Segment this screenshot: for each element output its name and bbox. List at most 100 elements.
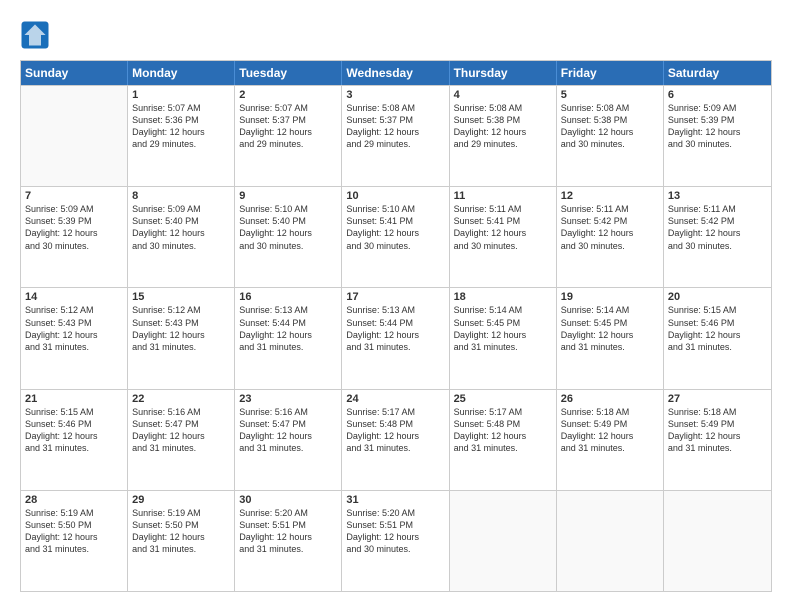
calendar-week-3: 14 Sunrise: 5:12 AMSunset: 5:43 PM Dayligh… bbox=[21, 287, 771, 388]
calendar-day-31: 31Sunrise: 5:20 AMSunset: 5:51 PMDayligh… bbox=[342, 491, 449, 591]
cell-line-2: Daylight: 12 hours bbox=[668, 126, 767, 138]
cell-line-1: Sunset: 5:40 PM bbox=[239, 215, 337, 227]
cell-line-0: Sunrise: 5:12 AM bbox=[132, 304, 230, 316]
calendar-day-15: 15Sunrise: 5:12 AMSunset: 5:43 PMDayligh… bbox=[128, 288, 235, 388]
calendar-day-3: 3Sunrise: 5:08 AMSunset: 5:37 PMDaylight… bbox=[342, 86, 449, 186]
calendar-day-4: 4Sunrise: 5:08 AMSunset: 5:38 PMDaylight… bbox=[450, 86, 557, 186]
cell-line-0: Sunrise: 5:08 AM bbox=[561, 102, 659, 114]
cell-line-2: Daylight: 12 hours bbox=[454, 227, 552, 239]
day-number: 24 bbox=[346, 393, 444, 405]
calendar-day-27: 27Sunrise: 5:18 AMSunset: 5:49 PMDayligh… bbox=[664, 390, 771, 490]
cell-line-0: Sunrise: 5:14 AM bbox=[454, 304, 552, 316]
calendar-week-4: 21Sunrise: 5:15 AMSunset: 5:46 PMDayligh… bbox=[21, 389, 771, 490]
day-number: 2 bbox=[239, 89, 337, 101]
cell-line-0: Sunrise: 5:11 AM bbox=[454, 203, 552, 215]
cell-line-2: Daylight: 12 hours bbox=[239, 430, 337, 442]
header-day-wednesday: Wednesday bbox=[342, 61, 449, 85]
day-number: 31 bbox=[346, 494, 444, 506]
calendar-day-6: 6Sunrise: 5:09 AMSunset: 5:39 PMDaylight… bbox=[664, 86, 771, 186]
cell-line-1: Sunset: 5:40 PM bbox=[132, 215, 230, 227]
cell-line-3: and 31 minutes. bbox=[668, 341, 767, 353]
calendar-week-2: 7 Sunrise: 5:09 AM Sunset: 5:39 PM Daylight… bbox=[21, 186, 771, 287]
cell-line-0: Sunrise: 5:19 AM bbox=[25, 507, 123, 519]
header-day-tuesday: Tuesday bbox=[235, 61, 342, 85]
calendar-day-7: 7Sunrise: 5:09 AMSunset: 5:39 PMDaylight… bbox=[21, 187, 128, 287]
calendar-day-10: 10Sunrise: 5:10 AMSunset: 5:41 PMDayligh… bbox=[342, 187, 449, 287]
cell-line-0: Sunrise: 5:17 AM bbox=[454, 406, 552, 418]
calendar-day-23: 23Sunrise: 5:16 AMSunset: 5:47 PMDayligh… bbox=[235, 390, 342, 490]
cell-line-0: Sunrise: 5:17 AM bbox=[346, 406, 444, 418]
cell-line-3: and 30 minutes. bbox=[132, 240, 230, 252]
cell-line-1: Sunset: 5:48 PM bbox=[346, 418, 444, 430]
cell-line-1: Sunset: 5:42 PM bbox=[561, 215, 659, 227]
day-number: 6 bbox=[668, 89, 767, 101]
cell-line-1: Sunset: 5:47 PM bbox=[132, 418, 230, 430]
cell-line-1: Sunset: 5:45 PM bbox=[561, 317, 659, 329]
cell-line-2: Daylight: 12 hours bbox=[346, 227, 444, 239]
cell-line-2: Daylight: 12 hours bbox=[346, 531, 444, 543]
calendar-day-30: 30Sunrise: 5:20 AMSunset: 5:51 PMDayligh… bbox=[235, 491, 342, 591]
calendar-day-18: 18Sunrise: 5:14 AMSunset: 5:45 PMDayligh… bbox=[450, 288, 557, 388]
day-number: 20 bbox=[668, 291, 767, 303]
calendar-day-29: 29Sunrise: 5:19 AMSunset: 5:50 PMDayligh… bbox=[128, 491, 235, 591]
header-day-friday: Friday bbox=[557, 61, 664, 85]
calendar-day-9: 9Sunrise: 5:10 AMSunset: 5:40 PMDaylight… bbox=[235, 187, 342, 287]
cell-line-3: and 31 minutes. bbox=[239, 543, 337, 555]
cell-line-3: and 31 minutes. bbox=[561, 341, 659, 353]
calendar-day-12: 12Sunrise: 5:11 AMSunset: 5:42 PMDayligh… bbox=[557, 187, 664, 287]
cell-line-3: and 31 minutes. bbox=[346, 341, 444, 353]
header-day-monday: Monday bbox=[128, 61, 235, 85]
cell-line-2: Daylight: 12 hours bbox=[25, 531, 123, 543]
calendar-day-11: 11Sunrise: 5:11 AMSunset: 5:41 PMDayligh… bbox=[450, 187, 557, 287]
logo bbox=[20, 20, 52, 50]
cell-line-1: Sunset: 5:46 PM bbox=[668, 317, 767, 329]
cell-line-3: and 30 minutes. bbox=[346, 543, 444, 555]
calendar-day-21: 21Sunrise: 5:15 AMSunset: 5:46 PMDayligh… bbox=[21, 390, 128, 490]
cell-line-3: and 31 minutes. bbox=[132, 543, 230, 555]
day-number: 19 bbox=[561, 291, 659, 303]
cell-line-3: and 30 minutes. bbox=[561, 138, 659, 150]
calendar-day-5: 5Sunrise: 5:08 AMSunset: 5:38 PMDaylight… bbox=[557, 86, 664, 186]
calendar: SundayMondayTuesdayWednesdayThursdayFrid… bbox=[20, 60, 772, 592]
cell-line-3: and 29 minutes. bbox=[132, 138, 230, 150]
cell-line-0: Sunrise: 5:11 AM bbox=[668, 203, 767, 215]
cell-line-3: and 31 minutes. bbox=[25, 341, 123, 353]
day-number: 22 bbox=[132, 393, 230, 405]
cell-line-1: Sunset: 5:41 PM bbox=[346, 215, 444, 227]
cell-line-3: and 29 minutes. bbox=[454, 138, 552, 150]
calendar-day-19: 19Sunrise: 5:14 AMSunset: 5:45 PMDayligh… bbox=[557, 288, 664, 388]
cell-line-2: Daylight: 12 hours bbox=[239, 329, 337, 341]
calendar-week-5: 28Sunrise: 5:19 AMSunset: 5:50 PMDayligh… bbox=[21, 490, 771, 591]
day-number: 10 bbox=[346, 190, 444, 202]
cell-line-1: Sunset: 5:50 PM bbox=[25, 519, 123, 531]
cell-line-0: Sunrise: 5:15 AM bbox=[25, 406, 123, 418]
calendar-empty-cell bbox=[664, 491, 771, 591]
cell-line-1: Sunset: 5:45 PM bbox=[454, 317, 552, 329]
cell-line-2: Daylight: 12 hours bbox=[132, 430, 230, 442]
day-number: 14 bbox=[25, 291, 123, 303]
cell-line-2: Daylight: 12 hours bbox=[454, 126, 552, 138]
cell-line-1: Sunset: 5:39 PM bbox=[25, 215, 123, 227]
cell-line-1: Sunset: 5:51 PM bbox=[346, 519, 444, 531]
cell-line-3: and 30 minutes. bbox=[668, 138, 767, 150]
calendar-day-1: 1Sunrise: 5:07 AMSunset: 5:36 PMDaylight… bbox=[128, 86, 235, 186]
cell-line-0: Sunrise: 5:18 AM bbox=[561, 406, 659, 418]
calendar-day-24: 24Sunrise: 5:17 AMSunset: 5:48 PMDayligh… bbox=[342, 390, 449, 490]
cell-line-0: Sunrise: 5:19 AM bbox=[132, 507, 230, 519]
cell-line-0: Sunrise: 5:13 AM bbox=[239, 304, 337, 316]
calendar-day-2: 2Sunrise: 5:07 AMSunset: 5:37 PMDaylight… bbox=[235, 86, 342, 186]
cell-line-0: Sunrise: 5:09 AM bbox=[132, 203, 230, 215]
cell-line-2: Daylight: 12 hours bbox=[561, 430, 659, 442]
cell-line-1: Sunset: 5:43 PM bbox=[132, 317, 230, 329]
cell-line-0: Sunrise: 5:07 AM bbox=[132, 102, 230, 114]
cell-line-2: Daylight: 12 hours bbox=[454, 329, 552, 341]
cell-line-2: Daylight: 12 hours bbox=[668, 227, 767, 239]
day-number: 26 bbox=[561, 393, 659, 405]
cell-line-1: Sunset: 5:44 PM bbox=[346, 317, 444, 329]
cell-line-3: and 31 minutes. bbox=[239, 442, 337, 454]
cell-line-0: Sunrise: 5:14 AM bbox=[561, 304, 659, 316]
day-number: 7 bbox=[25, 190, 123, 202]
calendar-empty-cell bbox=[557, 491, 664, 591]
cell-line-1: Sunset: 5:39 PM bbox=[668, 114, 767, 126]
calendar-day-13: 13Sunrise: 5:11 AMSunset: 5:42 PMDayligh… bbox=[664, 187, 771, 287]
